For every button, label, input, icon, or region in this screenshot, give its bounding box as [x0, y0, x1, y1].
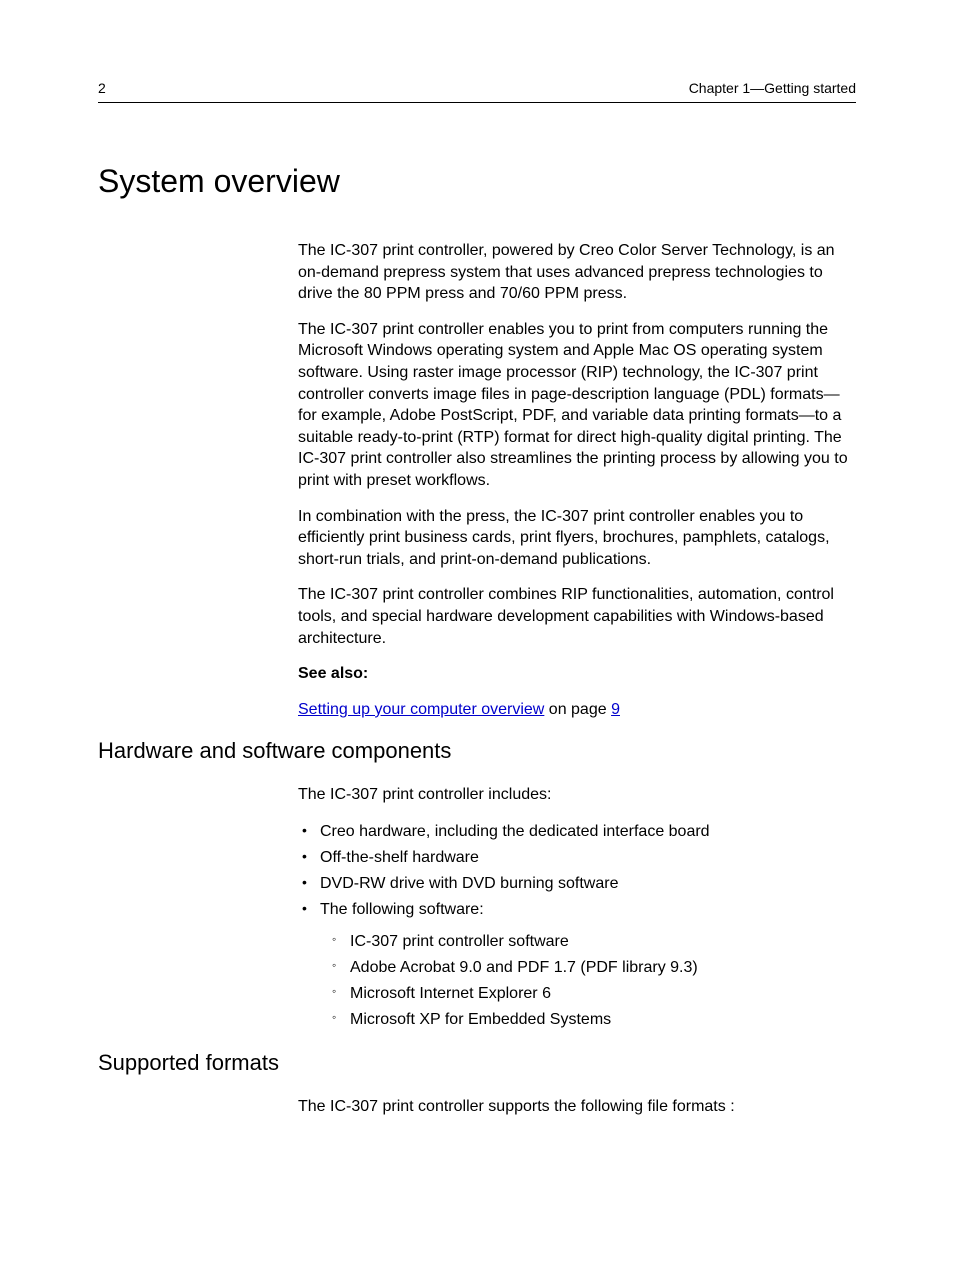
- software-sublist: IC-307 print controller software Adobe A…: [328, 930, 856, 1032]
- page-header: 2 Chapter 1—Getting started: [98, 80, 856, 103]
- formats-content: The IC-307 print controller supports the…: [298, 1096, 856, 1118]
- see-also-middle: on page: [544, 701, 611, 718]
- intro-paragraph: In combination with the press, the IC-30…: [298, 506, 856, 571]
- list-item: Microsoft XP for Embedded Systems: [328, 1008, 856, 1032]
- intro-content: The IC-307 print controller, powered by …: [298, 240, 856, 720]
- hardware-list: Creo hardware, including the dedicated i…: [298, 820, 856, 1032]
- list-item-label: The following software:: [320, 901, 484, 918]
- list-item: Creo hardware, including the dedicated i…: [298, 820, 856, 844]
- intro-paragraph: The IC-307 print controller, powered by …: [298, 240, 856, 305]
- see-also-page-link[interactable]: 9: [611, 701, 620, 718]
- see-also-label: See also:: [298, 663, 856, 685]
- formats-section-title: Supported formats: [98, 1050, 856, 1076]
- intro-paragraph: The IC-307 print controller enables you …: [298, 319, 856, 492]
- see-also-link[interactable]: Setting up your computer overview: [298, 701, 544, 718]
- hardware-content: The IC-307 print controller includes: Cr…: [298, 784, 856, 1032]
- formats-lead: The IC-307 print controller supports the…: [298, 1096, 856, 1118]
- page-number: 2: [98, 80, 106, 96]
- list-item: Adobe Acrobat 9.0 and PDF 1.7 (PDF libra…: [328, 956, 856, 980]
- hardware-lead: The IC-307 print controller includes:: [298, 784, 856, 806]
- list-item: IC-307 print controller software: [328, 930, 856, 954]
- hardware-section-title: Hardware and software components: [98, 738, 856, 764]
- list-item: DVD-RW drive with DVD burning software: [298, 872, 856, 896]
- see-also-line: Setting up your computer overview on pag…: [298, 699, 856, 721]
- page-title: System overview: [98, 163, 856, 200]
- chapter-label: Chapter 1—Getting started: [689, 80, 856, 96]
- list-item: The following software: IC-307 print con…: [298, 898, 856, 1032]
- list-item: Off-the-shelf hardware: [298, 846, 856, 870]
- intro-paragraph: The IC-307 print controller combines RIP…: [298, 584, 856, 649]
- list-item: Microsoft Internet Explorer 6: [328, 982, 856, 1006]
